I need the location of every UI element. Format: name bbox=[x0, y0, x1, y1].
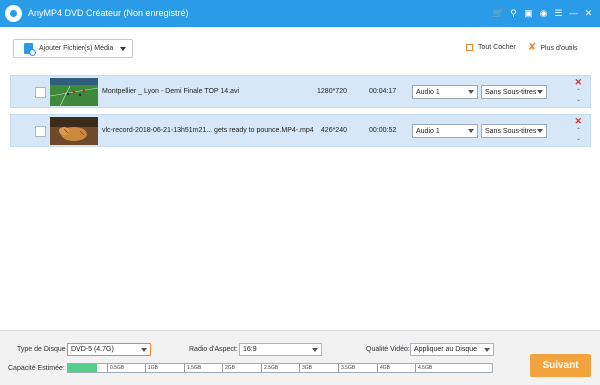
video-thumbnail[interactable] bbox=[50, 117, 98, 145]
capacity-tick-label: 1.5GB bbox=[184, 364, 201, 372]
subtitle-select[interactable]: Sans Sous-titres bbox=[481, 124, 547, 138]
file-resolution: 1280*720 bbox=[317, 88, 347, 95]
disk-type-label: Type de Disque bbox=[17, 346, 66, 353]
reorder-control[interactable]: ⌃ ⌄ bbox=[576, 128, 581, 142]
aspect-ratio-value: 16:9 bbox=[243, 346, 257, 353]
file-duration: 00:00:52 bbox=[369, 127, 397, 134]
check-all-checkbox[interactable] bbox=[466, 44, 473, 51]
tools-icon: ✘ bbox=[528, 42, 537, 53]
disk-type-select[interactable]: DVD-5 (4.7G) bbox=[67, 343, 151, 356]
audio-track-value: Audio 1 bbox=[416, 88, 440, 96]
next-button[interactable]: Suivant bbox=[530, 354, 591, 377]
file-resolution: 426*240 bbox=[320, 127, 347, 134]
add-file-icon bbox=[24, 43, 36, 56]
check-all-label[interactable]: Tout Cocher bbox=[478, 44, 516, 51]
capacity-tick-label: 4.5GB bbox=[415, 364, 432, 372]
output-settings-panel: Type de Disque DVD-5 (4.7G) Radio d'Aspe… bbox=[0, 330, 600, 385]
cart-icon[interactable]: 🛒 bbox=[491, 7, 506, 19]
move-up-icon[interactable]: ⌃ bbox=[576, 128, 581, 134]
chevron-down-icon bbox=[468, 129, 474, 133]
register-icon[interactable]: ▣ bbox=[521, 7, 536, 19]
capacity-tick-label: 4GB bbox=[377, 364, 390, 372]
disk-type-value: DVD-5 (4.7G) bbox=[71, 346, 114, 353]
subtitle-value: Sans Sous-titres bbox=[485, 127, 537, 135]
chevron-down-icon bbox=[468, 90, 474, 94]
more-tools-button[interactable]: ✘ Plus d'outils bbox=[528, 43, 578, 53]
capacity-tick-label: 2GB bbox=[222, 364, 235, 372]
title-bar-controls: 🛒 ⚲ ▣ ◉ ☰ — ✕ bbox=[491, 7, 596, 19]
capacity-bar: 0.5GB 1GB 1.5GB 2GB 2.5GB 3GB 3.5GB 4GB 4.5GB bbox=[67, 363, 493, 373]
chevron-down-icon bbox=[141, 348, 147, 352]
help-icon[interactable]: ◉ bbox=[536, 7, 551, 19]
reorder-control[interactable]: ⌃ ⌄ bbox=[576, 89, 581, 103]
file-name: Montpellier _ Lyon - Demi Finale TOP 14.… bbox=[102, 88, 240, 95]
app-logo-icon bbox=[5, 5, 22, 22]
aspect-ratio-label: Radio d'Aspect: bbox=[189, 346, 238, 353]
video-quality-label: Qualité Vidéo: bbox=[366, 346, 410, 353]
chevron-down-icon bbox=[537, 90, 543, 94]
audio-track-value: Audio 1 bbox=[416, 127, 440, 135]
capacity-tick-label: 0.5GB bbox=[107, 364, 124, 372]
file-row[interactable]: Montpellier _ Lyon - Demi Finale TOP 14.… bbox=[10, 75, 591, 108]
move-down-icon[interactable]: ⌄ bbox=[576, 136, 581, 142]
file-duration: 00:04:17 bbox=[369, 88, 397, 95]
move-up-icon[interactable]: ⌃ bbox=[576, 89, 581, 95]
title-bar: AnyMP4 DVD Créateur (Non enregistré) 🛒 ⚲… bbox=[0, 0, 600, 27]
audio-track-select[interactable]: Audio 1 bbox=[412, 124, 478, 138]
subtitle-value: Sans Sous-titres bbox=[485, 88, 537, 96]
video-quality-select[interactable]: Appliquer au Disque bbox=[410, 343, 494, 356]
chevron-down-icon bbox=[537, 129, 543, 133]
file-name: vlc-record-2018-06-21-13h51m21... gets r… bbox=[102, 127, 314, 134]
move-down-icon[interactable]: ⌄ bbox=[576, 97, 581, 103]
delete-icon[interactable]: ✕ bbox=[574, 78, 582, 87]
delete-icon[interactable]: ✕ bbox=[574, 117, 582, 126]
capacity-tick-label: 3.5GB bbox=[338, 364, 355, 372]
chevron-down-icon bbox=[484, 348, 490, 352]
capacity-tick-label: 3GB bbox=[299, 364, 312, 372]
video-thumbnail[interactable] bbox=[50, 78, 98, 106]
subtitle-select[interactable]: Sans Sous-titres bbox=[481, 85, 547, 99]
window-title: AnyMP4 DVD Créateur (Non enregistré) bbox=[28, 8, 189, 18]
file-checkbox[interactable] bbox=[35, 87, 46, 98]
audio-track-select[interactable]: Audio 1 bbox=[412, 85, 478, 99]
close-icon[interactable]: ✕ bbox=[581, 7, 596, 19]
capacity-fill bbox=[68, 364, 98, 372]
aspect-ratio-select[interactable]: 16:9 bbox=[239, 343, 322, 356]
file-checkbox[interactable] bbox=[35, 126, 46, 137]
chevron-down-icon[interactable] bbox=[120, 46, 127, 51]
key-icon[interactable]: ⚲ bbox=[506, 7, 521, 19]
add-media-files-label: Ajouter Fichier(s) Média bbox=[39, 45, 114, 52]
check-all-control[interactable]: Tout Cocher bbox=[466, 44, 516, 51]
capacity-tick-label: 2.5GB bbox=[261, 364, 278, 372]
chevron-down-icon bbox=[312, 348, 318, 352]
minimize-icon[interactable]: — bbox=[566, 7, 581, 19]
capacity-tick-label: 1GB bbox=[145, 364, 158, 372]
more-tools-label[interactable]: Plus d'outils bbox=[540, 45, 577, 52]
file-row[interactable]: vlc-record-2018-06-21-13h51m21... gets r… bbox=[10, 114, 591, 147]
menu-icon[interactable]: ☰ bbox=[551, 7, 566, 19]
video-quality-value: Appliquer au Disque bbox=[414, 346, 478, 353]
estimated-capacity-label: Capacité Estimée: bbox=[8, 365, 65, 372]
add-media-files-button[interactable]: Ajouter Fichier(s) Média bbox=[13, 39, 133, 58]
